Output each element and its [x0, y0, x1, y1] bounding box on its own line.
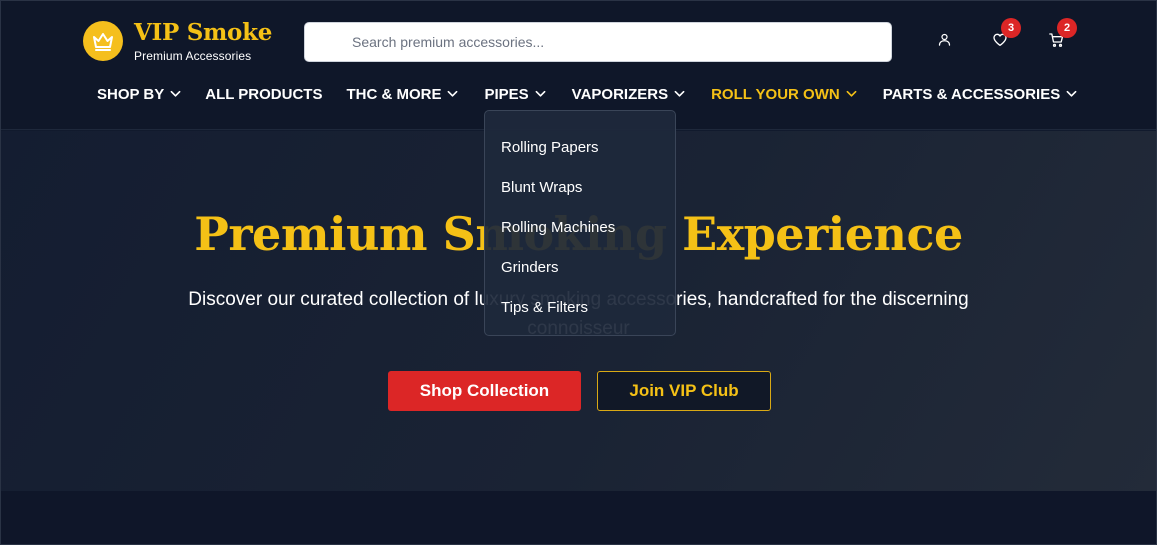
nav-item-label: PARTS & ACCESSORIES — [882, 85, 1061, 103]
nav-item-label: VAPORIZERS — [571, 85, 669, 103]
cart-count-badge: 2 — [1057, 18, 1077, 38]
page: VIP Smoke Premium Accessories 3 — [0, 0, 1157, 545]
chevron-down-icon — [674, 90, 685, 98]
chevron-down-icon — [535, 90, 546, 98]
crown-icon — [83, 21, 123, 61]
nav-item-label: PIPES — [484, 85, 529, 103]
next-section — [1, 491, 1156, 544]
chevron-down-icon — [846, 90, 857, 98]
search-input[interactable] — [305, 23, 891, 61]
nav-item-label: THC & MORE — [346, 85, 442, 103]
account-button[interactable] — [931, 29, 957, 55]
roll-your-own-dropdown: Rolling Papers Blunt Wraps Rolling Machi… — [484, 110, 676, 336]
join-vip-club-button[interactable]: Join VIP Club — [597, 371, 771, 411]
brand-text: VIP Smoke Premium Accessories — [134, 19, 272, 63]
cart-button[interactable]: 2 — [1043, 18, 1077, 55]
chevron-down-icon — [170, 90, 181, 98]
nav-item-parts-and-accessories[interactable]: PARTS & ACCESSORIES — [883, 86, 1078, 103]
nav-item-all-products[interactable]: ALL PRODUCTS — [205, 86, 322, 103]
user-icon — [937, 32, 952, 52]
dropdown-item-grinders[interactable]: Grinders — [485, 248, 675, 288]
nav-item-pipes[interactable]: PIPES — [484, 85, 546, 103]
dropdown-item-blunt-wraps[interactable]: Blunt Wraps — [485, 168, 675, 208]
nav-item-label: ROLL YOUR OWN — [711, 85, 840, 103]
nav-item-vaporizers[interactable]: VAPORIZERS — [572, 86, 685, 103]
shop-collection-button[interactable]: Shop Collection — [388, 371, 581, 411]
wishlist-count-badge: 3 — [1001, 18, 1021, 38]
dropdown-item-rolling-papers[interactable]: Rolling Papers — [485, 128, 675, 168]
brand-name: VIP Smoke — [134, 19, 273, 46]
nav-item-roll-your-own[interactable]: ROLL YOUR OWN — [711, 86, 857, 103]
nav-item-thc-and-more[interactable]: THC & MORE — [346, 86, 458, 103]
dropdown-item-tips-and-filters[interactable]: Tips & Filters — [485, 288, 675, 328]
wishlist-button[interactable]: 3 — [987, 18, 1021, 55]
dropdown-item-rolling-machines[interactable]: Rolling Machines — [485, 208, 675, 248]
main-nav: SHOP BY ALL PRODUCTS THC & MORE PIPES VA… — [97, 83, 1077, 105]
chevron-down-icon — [1066, 90, 1077, 98]
nav-item-label: ALL PRODUCTS — [205, 85, 323, 103]
brand-logo[interactable]: VIP Smoke Premium Accessories — [83, 19, 272, 63]
nav-item-shop-by[interactable]: SHOP BY — [97, 86, 181, 103]
search-box — [304, 22, 892, 62]
brand-tagline: Premium Accessories — [134, 49, 252, 63]
chevron-down-icon — [447, 90, 458, 98]
nav-item-label: SHOP BY — [97, 85, 165, 103]
